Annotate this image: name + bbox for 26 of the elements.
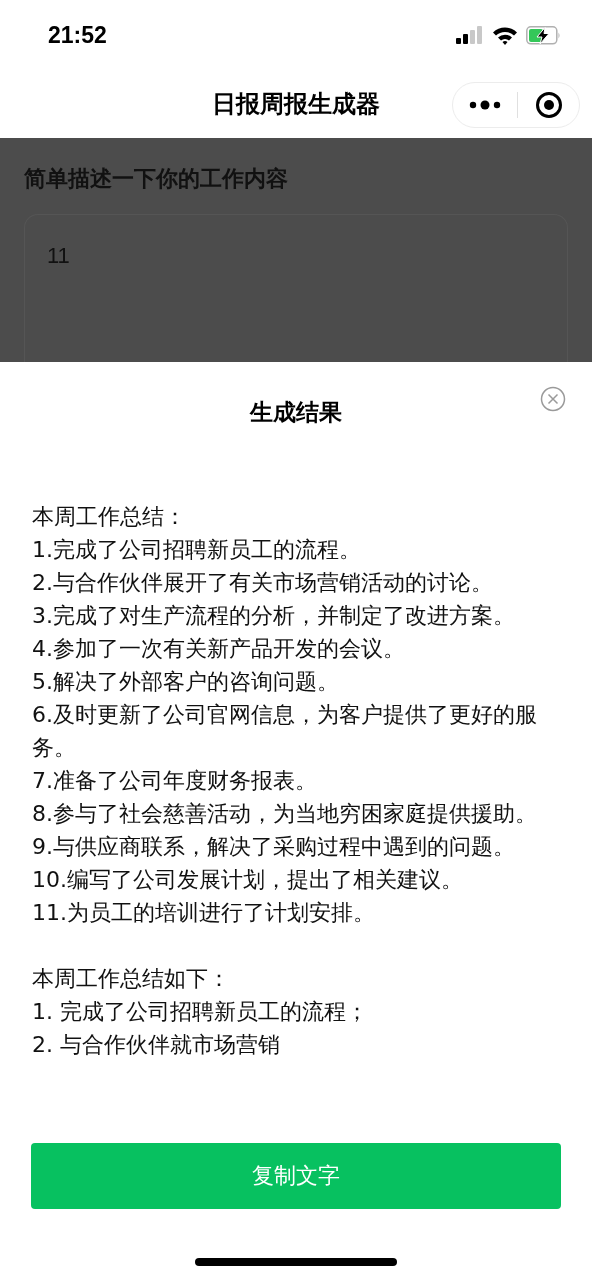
- result-line: 4.参加了一次有关新产品开发的会议。: [32, 635, 406, 663]
- result-line: 11.为员工的培训进行了计划安排。: [32, 899, 376, 927]
- result-line: 2. 与合作伙伴就市场营销: [32, 1031, 281, 1059]
- result-line: 1.完成了公司招聘新员工的流程。: [32, 536, 362, 564]
- result-line: 本周工作总结：: [32, 503, 187, 531]
- page-title: 日报周报生成器: [212, 89, 380, 120]
- result-line: 8.参与了社会慈善活动，为当地穷困家庭提供援助。: [32, 800, 538, 828]
- signal-icon: [456, 26, 484, 44]
- close-target-icon[interactable]: [534, 91, 563, 119]
- result-line: 2.与合作伙伴展开了有关市场营销活动的讨论。: [32, 569, 494, 597]
- result-line: 9.与供应商联系，解决了采购过程中遇到的问题。: [32, 833, 516, 861]
- result-line: 10.编写了公司发展计划，提出了相关建议。: [32, 866, 464, 894]
- result-line: 3.完成了对生产流程的分析，并制定了改进方案。: [32, 602, 516, 630]
- result-line: 5.解决了外部客户的咨询问题。: [32, 668, 340, 696]
- copy-text-button[interactable]: 复制文字: [31, 1143, 561, 1209]
- more-icon[interactable]: [469, 100, 502, 110]
- sheet-title: 生成结果: [250, 397, 342, 427]
- result-line: 7.准备了公司年度财务报表。: [32, 767, 318, 795]
- status-time: 21:52: [48, 21, 107, 49]
- result-line: 本周工作总结如下：: [32, 965, 231, 993]
- form-label: 简单描述一下你的工作内容: [24, 165, 289, 193]
- close-icon[interactable]: [540, 386, 566, 412]
- result-line: 1. 完成了公司招聘新员工的流程；: [32, 998, 369, 1026]
- wifi-icon: [492, 25, 518, 45]
- result-line: 6.及时更新了公司官网信息，为客户提供了更好的服务。: [32, 701, 538, 762]
- work-input-field[interactable]: 11: [24, 214, 568, 362]
